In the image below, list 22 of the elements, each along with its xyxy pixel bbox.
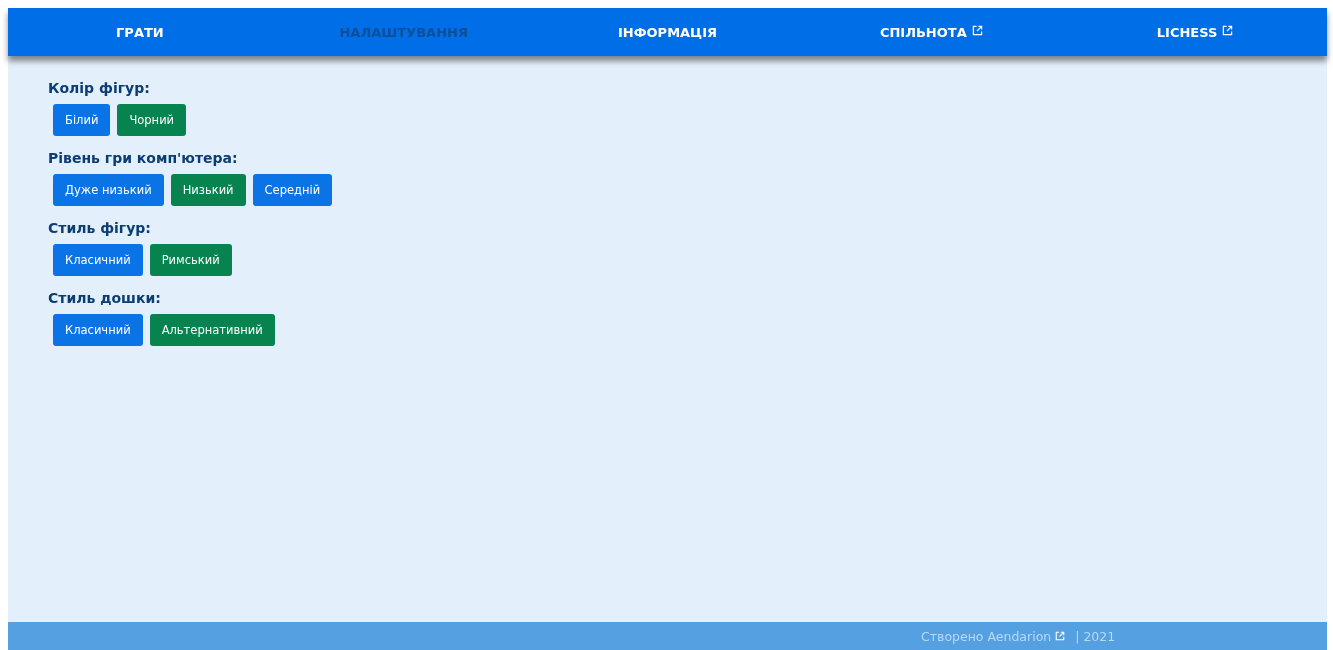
footer-text: | 2021 [1075, 628, 1116, 644]
nav-tab[interactable]: ГРАТИ [116, 24, 164, 40]
option-button[interactable]: Білий [53, 104, 111, 136]
setting-label: Колір фігур: [48, 80, 151, 96]
option-button[interactable]: Римський [149, 244, 232, 276]
option-button[interactable]: Класичний [53, 244, 143, 276]
external-link-icon [1055, 631, 1066, 641]
external-link-icon [1222, 24, 1234, 36]
nav-tab[interactable]: ІНФОРМАЦІЯ [617, 24, 718, 40]
option-button[interactable]: Низький [170, 174, 246, 206]
footer-text: Створено [921, 628, 984, 644]
option-button[interactable]: Дуже низький [53, 174, 164, 206]
option-button[interactable]: Чорний [117, 104, 187, 136]
option-button[interactable]: Альтернативний [149, 314, 275, 346]
option-button[interactable]: Класичний [53, 314, 143, 346]
option-button[interactable]: Середній [252, 174, 333, 206]
external-link-icon [971, 24, 983, 36]
setting-label: Рівень гри комп'ютера: [48, 150, 239, 166]
setting-label: Стиль фігур: [48, 220, 152, 236]
nav-tab[interactable]: СПІЛЬНОТА [879, 24, 983, 40]
nav-tab[interactable]: LICHESS [1156, 24, 1234, 40]
setting-label: Стиль дошки: [48, 290, 162, 306]
